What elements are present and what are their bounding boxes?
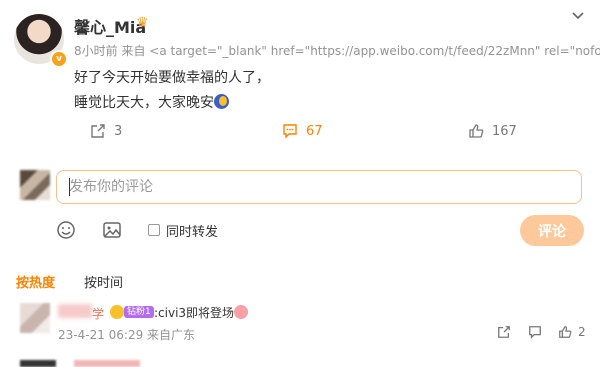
- tab-sort-time[interactable]: 按时间: [84, 272, 123, 291]
- share-count: 3: [114, 123, 123, 139]
- comment-like-count: 2: [578, 325, 586, 339]
- crown-icon: ♛: [136, 15, 149, 31]
- comment-meta: 23-4-21 06:29 来自广东: [58, 328, 196, 342]
- chevron-down-icon[interactable]: [570, 8, 586, 24]
- like-button[interactable]: 167: [468, 122, 517, 140]
- post-text-line-2-text: 睡觉比天大，大家晚安: [74, 95, 214, 111]
- fan-emoji-icon: [110, 305, 124, 319]
- fan-badge: 钻粉1: [124, 306, 154, 318]
- tab-sort-hot[interactable]: 按热度: [16, 272, 55, 291]
- comment-like-button[interactable]: 2: [558, 325, 586, 339]
- submit-comment-button[interactable]: 评论: [520, 215, 584, 246]
- post-text-line-1: 好了今天开始要做幸福的人了，: [74, 70, 270, 86]
- repost-label[interactable]: 同时转发: [166, 221, 218, 240]
- comment-input[interactable]: [56, 170, 582, 204]
- comment-thumbs-up-icon: [559, 326, 572, 338]
- emoji-icon[interactable]: [56, 220, 76, 240]
- share-button[interactable]: 3: [90, 122, 122, 140]
- repost-checkbox[interactable]: [148, 224, 160, 236]
- comment-count: 67: [306, 123, 323, 139]
- image-icon[interactable]: [102, 221, 122, 239]
- comment-share-icon[interactable]: [497, 325, 511, 339]
- comment-reply-icon[interactable]: [528, 325, 542, 339]
- comment-text: :civi3即将登场: [154, 306, 235, 320]
- commenter-name-redacted: [58, 304, 92, 318]
- current-user-avatar: [20, 170, 50, 200]
- comment-emoji-icon: [234, 305, 248, 319]
- share-icon: [91, 124, 105, 138]
- comment-button[interactable]: 67: [282, 122, 323, 140]
- verified-badge-icon: v: [50, 50, 68, 68]
- text-cursor: [69, 178, 70, 196]
- commenter-avatar[interactable]: [20, 303, 50, 333]
- thumbs-up-icon: [469, 124, 484, 138]
- like-count: 167: [492, 123, 517, 139]
- comment-icon: [283, 124, 297, 139]
- post-meta: 8小时前 来自 <a target="_blank" href="https:/…: [74, 44, 600, 58]
- post-text-line-2: 睡觉比天大，大家晚安: [74, 92, 229, 112]
- next-comment-partial: [20, 360, 320, 367]
- moon-emoji-icon: [214, 94, 229, 109]
- commenter-name[interactable]: 学: [92, 305, 104, 322]
